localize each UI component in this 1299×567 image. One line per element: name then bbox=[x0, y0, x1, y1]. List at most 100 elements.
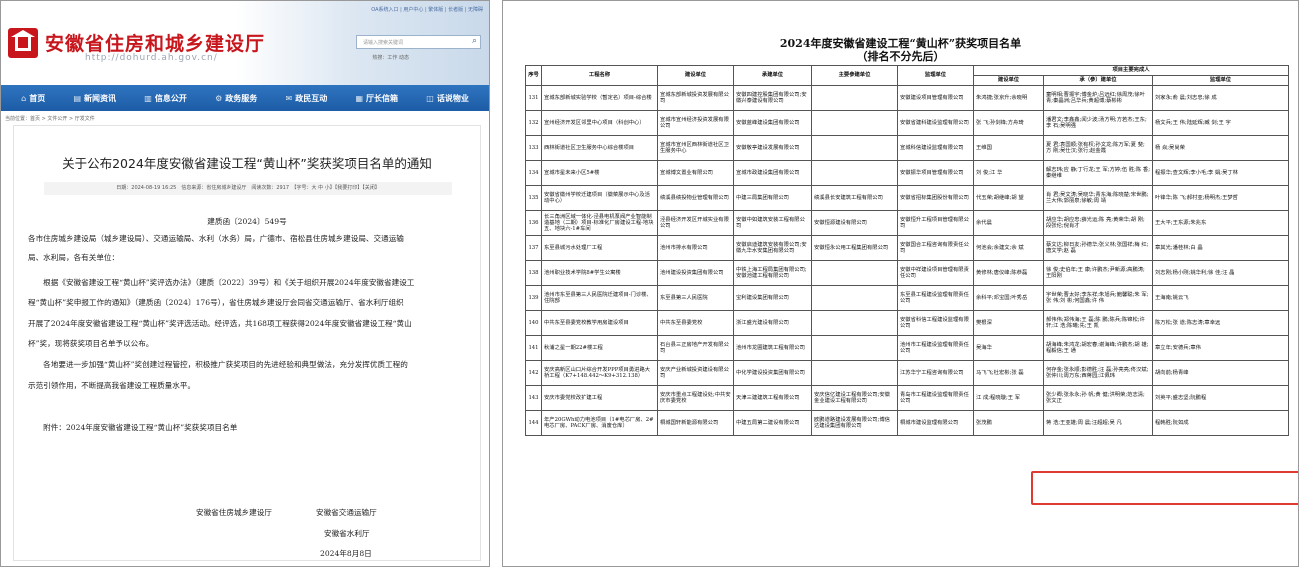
document-icon: ▥ bbox=[144, 93, 152, 103]
cell-p-builder: 何池会;余建文;余 斌 bbox=[973, 235, 1044, 261]
signature-date: 2024年8月8日 bbox=[320, 549, 372, 558]
search-input[interactable]: 请输入搜索关键词 ⌕ bbox=[356, 35, 481, 49]
cell-name: 年产20GWh动力电池项目（1#电芯厂房、2#电芯厂房、PACK厂房、消废仓库） bbox=[541, 410, 658, 436]
cell-participant bbox=[811, 310, 898, 336]
cell-contractor: 中建三局集团有限公司 bbox=[733, 185, 812, 211]
header-no: 序号 bbox=[525, 65, 542, 86]
cell-builder: 宣城市宣州经济投资发展有限公司 bbox=[657, 110, 734, 136]
nav-item-news[interactable]: ▤ 新闻资讯 bbox=[73, 93, 116, 104]
cell-participant bbox=[811, 110, 898, 136]
cell-p-builder: 张 飞;孙剑锋;方舟琦 bbox=[973, 110, 1044, 136]
chat-icon: ◫ bbox=[426, 93, 434, 103]
nav-item-interaction[interactable]: ✉ 政民互动 bbox=[286, 93, 328, 104]
cell-no: 134 bbox=[525, 160, 542, 186]
top-links[interactable]: OA系统入口 | 用户中心 | 繁体版 | 长者版 | 无障碍 bbox=[371, 6, 483, 13]
cell-builder: 绩溪县绩投物业管理有限公司 bbox=[657, 185, 734, 211]
header-name: 工程名称 bbox=[541, 65, 658, 86]
cell-supervisor: 安徽省招标集团股份有限公司 bbox=[897, 185, 974, 211]
table-row: 141 秋浦之星一期22#楼工程 石台县三正房地产开发有限公司 池州市龙圃建筑工程有限… bbox=[525, 335, 1289, 361]
mailbox-icon: ▦ bbox=[355, 93, 364, 103]
table-row: 131 宣城东部新城实验学校（暂定名）项目-综合楼 宣城东部新城投资发展有限公司 安徽… bbox=[525, 85, 1289, 111]
cell-contractor: 安徽中如建筑安装工程有限公司 bbox=[733, 210, 812, 236]
nav-item-mailbox[interactable]: ▦ 厅长信箱 bbox=[355, 93, 398, 104]
cell-builder: 石台县三正房地产开发有限公司 bbox=[657, 335, 734, 361]
nav-item-property[interactable]: ◫ 话说物业 bbox=[426, 93, 469, 104]
cell-p-supervisor: 陈万松;张 道;陈志涛;章幸远 bbox=[1152, 310, 1289, 336]
cell-participant: 安徽恒源建设有限公司 bbox=[811, 210, 898, 236]
cell-contractor: 浙江盛光建设有限公司 bbox=[733, 310, 812, 336]
header-person-builder: 建设单位 bbox=[973, 75, 1044, 86]
cell-p-builder: 江 成;程晓璇;王 军 bbox=[973, 385, 1044, 411]
cell-p-contractor: 夏 君;袁国顺;张有权;孙文龙;陈万军;夏 斐;方 刚;吴仕汉;张行;赵金霞 bbox=[1043, 135, 1153, 161]
cell-p-supervisor: 胡向前;杨青峰 bbox=[1152, 360, 1289, 386]
site-title: 安徽省住房和城乡建设厅 bbox=[45, 33, 266, 55]
cell-p-supervisor: 章其光;潘桂林;白 晶 bbox=[1152, 235, 1289, 261]
article-meta: 日期：2024-08-19 16:25 信息来源：省住房城乡建设厅 阅读次数：2… bbox=[44, 182, 452, 195]
cell-participant bbox=[811, 85, 898, 111]
search-icon[interactable]: ⌕ bbox=[472, 36, 477, 46]
cell-builder: 宣城博文置业有限公司 bbox=[657, 160, 734, 186]
cell-supervisor: 安徽恒升工程项目管理有限公司 bbox=[897, 210, 974, 236]
paragraph: 局、水利局，各有关单位： bbox=[28, 253, 120, 262]
nav-item-services[interactable]: ⚙ 政务服务 bbox=[215, 93, 257, 104]
house-logo-icon bbox=[8, 28, 38, 58]
header-supervisor: 监理单位 bbox=[897, 65, 974, 86]
header-builder: 建设单位 bbox=[657, 65, 734, 86]
cell-p-supervisor: 章立年;安德兵;章伟 bbox=[1152, 335, 1289, 361]
attachment-line[interactable]: 附件：2024年度安徽省建设工程“黄山杯”奖获奖项目名单 bbox=[28, 422, 237, 433]
cell-no: 142 bbox=[525, 360, 542, 386]
cell-p-contractor: 徐 俊;史伯年;王 康;许鹏杰;尹新源;高鹏涛;王阳刚 bbox=[1043, 260, 1153, 286]
cell-p-contractor: 蒋 浩;王亚雄;周 晨;汪超超;吴 凡 bbox=[1043, 410, 1153, 436]
nav-item-home[interactable]: ⌂ 首页 bbox=[21, 93, 45, 104]
award-table: 序号 工程名称 建设单位 承建单位 主要参建单位 监理单位 项目主要完成人 建设… bbox=[525, 65, 1289, 436]
nav-item-disclosure[interactable]: ▥ 信息公开 bbox=[144, 93, 187, 104]
header-person-supervisor: 监理单位 bbox=[1152, 75, 1289, 86]
cell-supervisor: 东至县工程建设监理有限责任公司 bbox=[897, 285, 974, 311]
cell-participant bbox=[811, 360, 898, 386]
document-number: 建质函〔2024〕549号 bbox=[207, 217, 287, 226]
cell-no: 144 bbox=[525, 410, 542, 436]
cell-no: 132 bbox=[525, 110, 542, 136]
cell-p-supervisor: 刘英平;盛志坚;阮鹏程 bbox=[1152, 385, 1289, 411]
cell-participant bbox=[811, 335, 898, 361]
cell-p-contractor: 宇世荣;曹太好;李东祥;朱旭兵;鲍馨聪;朱 军;张 伟;刘 彬;何国鑫;许 伟 bbox=[1043, 285, 1153, 311]
cell-contractor: 安徽四建控股集团有限公司;安徽兴泰建设有限公司 bbox=[733, 85, 812, 111]
article-title: 关于公布2024年度安徽省建设工程“黄山杯”奖获奖项目名单的通知 bbox=[62, 156, 432, 171]
cell-p-contractor: 何存金;张永顺;彭德胜;汪 磊;孙亮亮;佟汉斌;张仲川;周万东;西蒋园;江佩玮 bbox=[1043, 360, 1153, 386]
signature-org: 安徽省住房城乡建设厅 bbox=[196, 508, 272, 517]
header-group: 项目主要完成人 bbox=[973, 65, 1289, 76]
table-row: 132 宣州经济开发区邻里中心项目（科创中心） 宣城市宣州经济投资发展有限公司 安徽蓝… bbox=[525, 110, 1289, 136]
cell-contractor: 中化学建设投资集团有限公司 bbox=[733, 360, 812, 386]
hot-search[interactable]: 热搜：工作 动态 bbox=[372, 54, 409, 61]
cell-p-builder: 樊根深 bbox=[973, 310, 1044, 336]
cell-p-contractor: 肖 君;吴文涛;吴晓华;青东海;陈晓楚;宋世鹏;兰大伟;郭丽泉;徐敏;周 靖 bbox=[1043, 185, 1153, 211]
highlight-box-row-142 bbox=[1031, 471, 1298, 505]
cell-p-contractor: 张少卿;张永永;孙 帆;黄 健;洪明荣;范志清;张文正 bbox=[1043, 385, 1153, 411]
notice-webpage: 安徽省住房和城乡建设厅 http://dohurd.ah.gov.cn/ OA系… bbox=[0, 0, 490, 567]
cell-builder: 桐城国轩新能源有限公司 bbox=[657, 410, 734, 436]
table-row: 144 年产20GWh动力电池项目（1#电芯厂房、2#电芯厂房、PACK厂房、消废… bbox=[525, 410, 1289, 436]
cell-p-contractor: 郝伟伟;郑伟海;王 磊;陈 鹏;陈兵;陈锦松;许 轩;江 浩;陈曦;先;王 凯 bbox=[1043, 310, 1153, 336]
search-placeholder: 请输入搜索关键词 bbox=[363, 40, 404, 46]
main-nav: ⌂ 首页 ▤ 新闻资讯 ▥ 信息公开 ⚙ 政务服务 ✉ 政民互动 ▦ 厅长信箱 ◫ 话说物业 bbox=[1, 85, 489, 111]
news-icon: ▤ bbox=[73, 93, 82, 103]
article-panel: 关于公布2024年度安徽省建设工程“黄山杯”奖获奖项目名单的通知 日期：2024… bbox=[13, 125, 481, 561]
table-row: 140 中共东至县委党校教学用房建设项目 中共东至县委党校 浙江盛光建设有限公司 安徽省… bbox=[525, 310, 1289, 336]
cell-participant: 绩溪县长安建筑工程有限公司 bbox=[811, 185, 898, 211]
cell-builder: 安庆市重点工程建设处;中共安庆市委党校 bbox=[657, 385, 734, 411]
breadcrumb[interactable]: 当前位置：首页 > 文件公开 > 厅发文件 bbox=[5, 115, 95, 122]
list-subtitle: （排名不分先后） bbox=[856, 50, 945, 63]
cell-contractor: 安徽蓝峰建设集团有限公司 bbox=[733, 110, 812, 136]
cell-contractor: 池州市龙圃建筑工程有限公司 bbox=[733, 335, 812, 361]
cell-p-supervisor: 王海南;姚云飞 bbox=[1152, 285, 1289, 311]
cell-contractor: 安徽敬亭建设发展有限公司 bbox=[733, 135, 812, 161]
cell-no: 136 bbox=[525, 210, 542, 236]
cell-no: 131 bbox=[525, 85, 542, 111]
cell-contractor: 宣城市政建设集团有限公司 bbox=[733, 160, 812, 186]
cell-supervisor: 江苏华宁工程咨询有限公司 bbox=[897, 360, 974, 386]
cell-name: 宣州经济开发区邻里中心项目（科创中心） bbox=[541, 110, 658, 136]
cell-p-supervisor: 程振华;查文辉;李小毛;李 娟;吴丁林 bbox=[1152, 160, 1289, 186]
cell-name: 安庆市委党校改扩建工程 bbox=[541, 385, 658, 411]
cell-no: 137 bbox=[525, 235, 542, 261]
cell-p-supervisor: 杨 焱;吴尚荣 bbox=[1152, 135, 1289, 161]
